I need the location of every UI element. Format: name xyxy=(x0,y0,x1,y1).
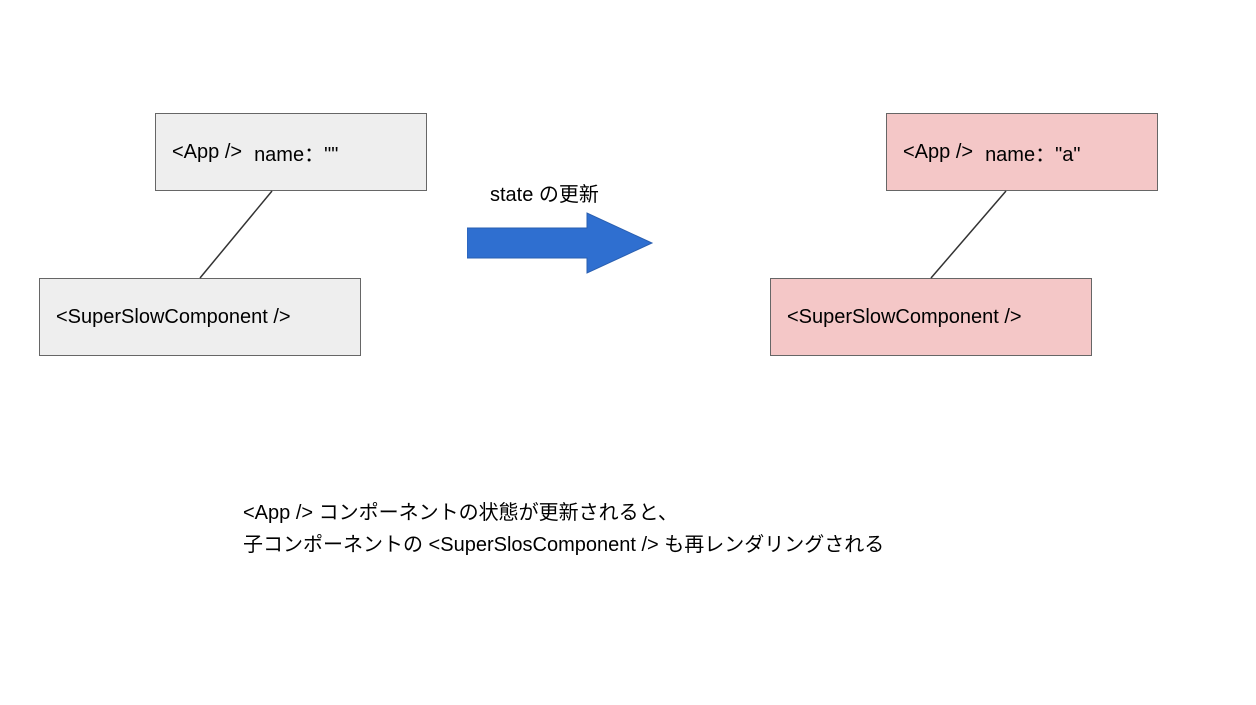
state-label: name："a" xyxy=(985,138,1080,167)
child-box-left: <SuperSlowComponent /> xyxy=(39,278,361,356)
state-label: name："" xyxy=(254,138,338,167)
description-line: <App /> コンポーネントの状態が更新されると、 xyxy=(243,497,884,529)
arrow-label: state の更新 xyxy=(490,178,599,207)
component-label: <App /> xyxy=(903,141,985,164)
component-label: <SuperSlowComponent /> xyxy=(787,306,1022,329)
component-label: <SuperSlowComponent /> xyxy=(56,306,291,329)
child-box-right: <SuperSlowComponent /> xyxy=(770,278,1092,356)
app-box-right: <App /> name："a" xyxy=(886,113,1158,191)
arrow-icon xyxy=(467,208,657,284)
description-line: 子コンポーネントの <SuperSlosComponent /> も再レンダリン… xyxy=(243,529,884,561)
component-label: <App /> xyxy=(172,141,254,164)
description: <App /> コンポーネントの状態が更新されると、 子コンポーネントの <Su… xyxy=(243,497,884,561)
app-box-left: <App /> name："" xyxy=(155,113,427,191)
